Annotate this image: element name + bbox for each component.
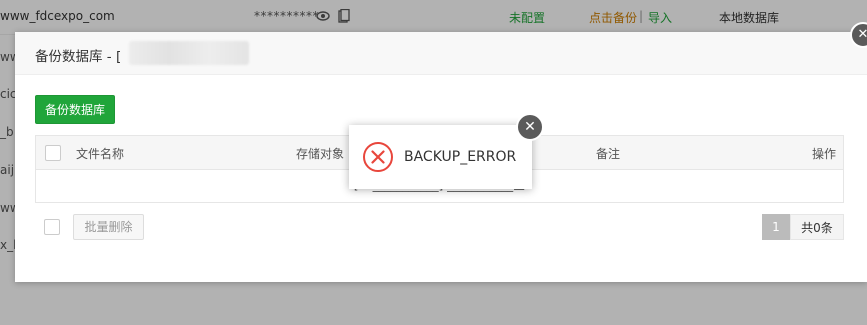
column-filename: 文件名称 — [76, 147, 125, 161]
backup-database-button[interactable]: 备份数据库 — [35, 95, 115, 124]
error-popup: BACKUP_ERROR — [349, 125, 532, 189]
column-action: 操作 — [812, 147, 837, 161]
error-message: BACKUP_ERROR — [404, 149, 517, 165]
error-circle-icon — [362, 141, 394, 173]
close-icon[interactable]: ✕ — [516, 113, 544, 141]
pagination-current-page[interactable]: 1 — [762, 214, 790, 240]
column-note: 备注 — [596, 147, 621, 161]
modal-title: 备份数据库 - [ — [35, 49, 122, 65]
column-storage: 存储对象 — [296, 147, 345, 161]
select-all-checkbox[interactable] — [45, 145, 61, 161]
modal-header: 备份数据库 - [ — [15, 32, 867, 75]
batch-select-checkbox[interactable] — [44, 219, 60, 235]
blurred-db-name — [129, 41, 249, 65]
batch-delete-button[interactable]: 批量删除 — [73, 214, 144, 240]
pagination-total: 共0条 — [790, 214, 844, 240]
